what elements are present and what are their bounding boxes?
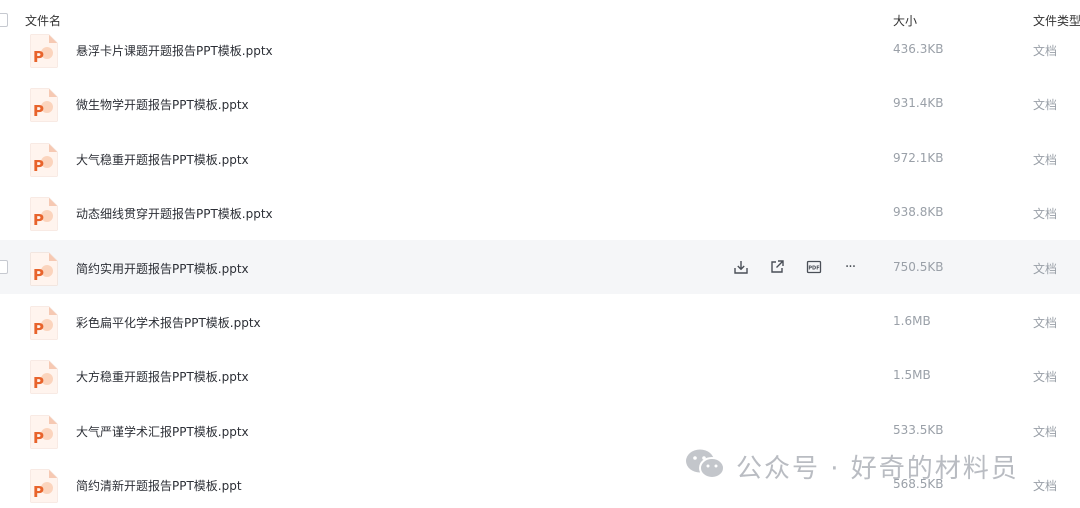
- ppt-file-icon: P: [30, 306, 58, 340]
- file-type: 文档: [1033, 315, 1058, 330]
- file-type: 文档: [1033, 370, 1058, 385]
- file-name[interactable]: 简约清新开题报告PPT模板.ppt: [76, 477, 242, 494]
- file-row[interactable]: P 大方稳重开题报告PPT模板.pptx PDF: [0, 348, 1080, 402]
- file-type: 文档: [1033, 152, 1058, 167]
- file-row[interactable]: P 微生物学开题报告PPT模板.pptx PDF: [0, 76, 1080, 130]
- file-name[interactable]: 悬浮卡片课题开题报告PPT模板.pptx: [76, 42, 273, 59]
- ppt-file-icon: P: [30, 360, 58, 394]
- ppt-file-icon: P: [30, 469, 58, 503]
- ppt-file-icon: P: [30, 252, 58, 286]
- more-button[interactable]: ···: [839, 256, 861, 278]
- file-name[interactable]: 大方稳重开题报告PPT模板.pptx: [76, 368, 249, 385]
- watermark: 公众号 · 好奇的材料员: [684, 446, 1064, 484]
- row-checkbox[interactable]: [0, 259, 8, 274]
- file-size: 533.5KB: [893, 422, 944, 437]
- share-icon: [771, 259, 784, 273]
- svg-text:PDF: PDF: [808, 265, 819, 271]
- file-row[interactable]: P 动态细线贯穿开题报告PPT模板.pptx PDF: [0, 185, 1080, 239]
- more-icon: ···: [844, 258, 856, 275]
- svg-text:P: P: [33, 266, 44, 284]
- file-row[interactable]: P 简约实用开题报告PPT模板.pptx PDF ··· 750.5KB 文档: [0, 239, 1080, 294]
- ppt-file-icon: P: [30, 34, 58, 68]
- file-type: 文档: [1033, 98, 1058, 113]
- ppt-file-icon: P: [30, 415, 58, 449]
- file-size: 750.5KB: [893, 259, 944, 274]
- file-type: 文档: [1033, 44, 1058, 58]
- file-row[interactable]: P 大气稳重开题报告PPT模板.pptx PDF: [0, 131, 1080, 185]
- download-button[interactable]: [730, 256, 752, 278]
- svg-text:P: P: [33, 320, 44, 338]
- file-row[interactable]: P 悬浮卡片课题开题报告PPT模板.pptx PDF: [0, 22, 1080, 76]
- share-button[interactable]: [766, 256, 788, 278]
- file-type: 文档: [1033, 261, 1058, 276]
- download-icon: [734, 260, 748, 274]
- ppt-file-icon: P: [30, 197, 58, 231]
- svg-text:P: P: [33, 483, 44, 501]
- file-name[interactable]: 大气稳重开题报告PPT模板.pptx: [76, 151, 249, 168]
- ppt-file-icon: P: [30, 143, 58, 177]
- file-size: 1.5MB: [893, 368, 931, 383]
- file-name[interactable]: 彩色扁平化学术报告PPT模板.pptx: [76, 314, 261, 331]
- svg-text:P: P: [33, 211, 44, 229]
- file-size: 972.1KB: [893, 150, 944, 165]
- svg-text:P: P: [33, 157, 44, 175]
- svg-text:P: P: [33, 429, 44, 447]
- file-name[interactable]: 动态细线贯穿开题报告PPT模板.pptx: [76, 205, 273, 222]
- svg-text:P: P: [33, 102, 44, 120]
- file-size: 938.8KB: [893, 205, 944, 220]
- file-name[interactable]: 微生物学开题报告PPT模板.pptx: [76, 96, 249, 113]
- file-row[interactable]: P 彩色扁平化学术报告PPT模板.pptx PDF: [0, 294, 1080, 348]
- pdf-icon: PDF: [806, 260, 822, 273]
- watermark-text: 公众号 · 好奇的材料员: [736, 454, 1019, 484]
- file-size: 1.6MB: [893, 313, 931, 328]
- file-type: 文档: [1033, 207, 1058, 222]
- file-size: 931.4KB: [893, 96, 944, 111]
- file-name[interactable]: 大气严谨学术汇报PPT模板.pptx: [76, 423, 249, 440]
- file-list: P 悬浮卡片课题开题报告PPT模板.pptx PDF: [0, 22, 1080, 508]
- svg-text:P: P: [33, 48, 44, 66]
- wechat-icon: [684, 446, 728, 482]
- file-size: 436.3KB: [893, 42, 944, 56]
- ppt-file-icon: P: [30, 88, 58, 122]
- file-type: 文档: [1033, 424, 1058, 439]
- file-name[interactable]: 简约实用开题报告PPT模板.pptx: [76, 260, 249, 277]
- file-list-page: 文件名 大小 文件类型 P 悬浮卡片课题开题报告PPT模板.pptx 436.3…: [0, 0, 1080, 508]
- svg-text:P: P: [33, 374, 44, 392]
- pdf-button[interactable]: PDF: [803, 256, 825, 278]
